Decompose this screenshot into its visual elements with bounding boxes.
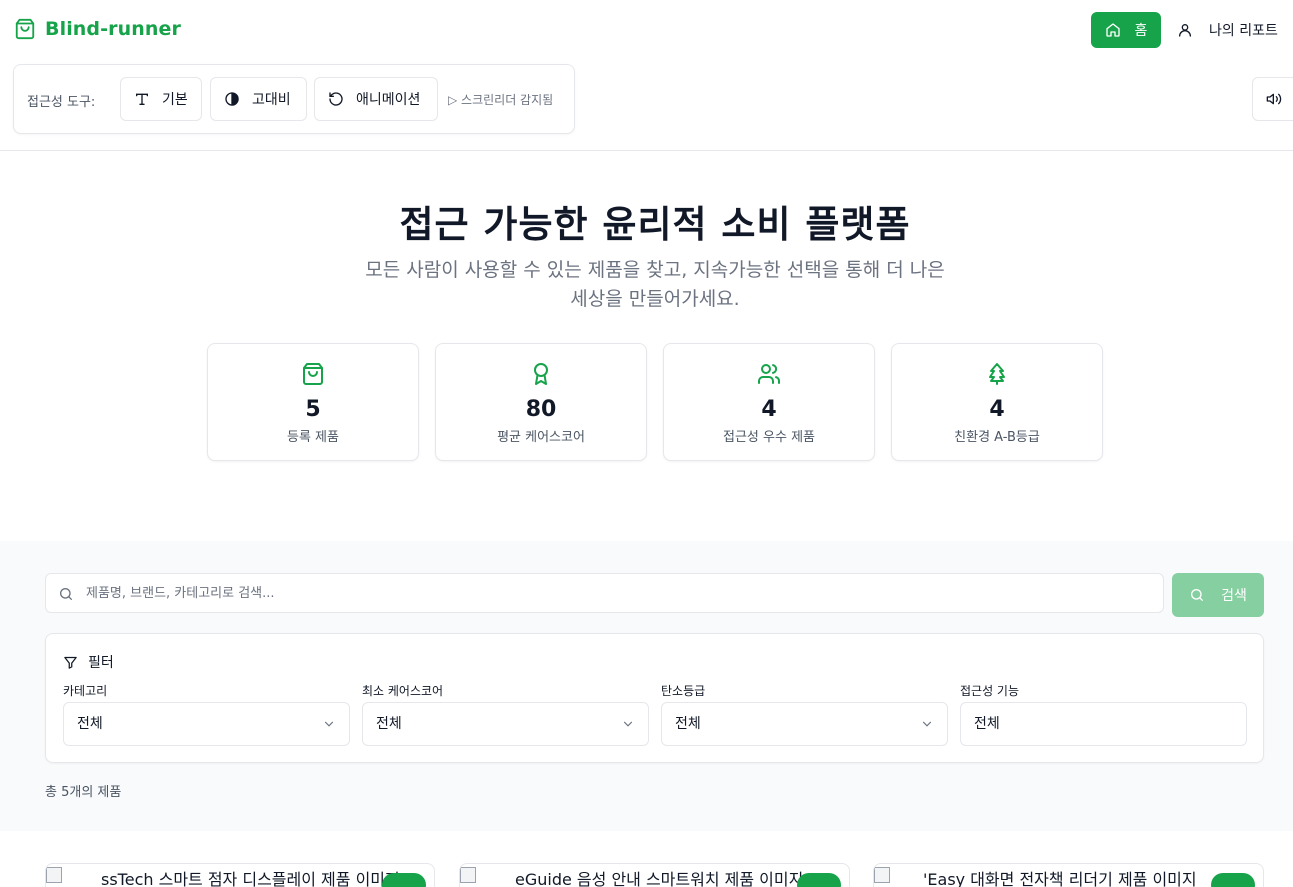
brand-logo[interactable]: Blind-runner xyxy=(14,18,181,40)
home-button[interactable]: 홈 xyxy=(1091,12,1161,48)
filter-heading: 필터 xyxy=(63,652,114,672)
broken-image-icon xyxy=(46,867,62,883)
search-box[interactable] xyxy=(45,573,1164,613)
home-icon xyxy=(1105,23,1120,37)
stat-card-products: 5 등록 제품 xyxy=(207,343,419,461)
accessibility-feature-select-value: 전체 xyxy=(974,716,1000,732)
filter-accessibility-feature: 접근성 기능 전체 xyxy=(960,682,1247,746)
product-image: 'Easy 대화면 전자책 리더기 제품 이미지 xyxy=(874,866,1197,887)
carbon-grade-select-value: 전체 xyxy=(675,716,701,732)
stat-value: 4 xyxy=(761,397,777,422)
stat-card-accessibility: 4 접근성 우수 제품 xyxy=(663,343,875,461)
filter-min-carescore: 최소 케어스코어 전체 xyxy=(362,682,649,746)
hero-subtitle: 모든 사람이 사용할 수 있는 제품을 찾고, 지속가능한 선택을 통해 더 나… xyxy=(305,256,1005,314)
animation-label: 애니메이션 xyxy=(356,92,421,108)
search-button-label: 검색 xyxy=(1221,588,1247,604)
audio-button[interactable] xyxy=(1252,77,1293,121)
category-select[interactable]: 전체 xyxy=(63,702,350,746)
filter-category: 카테고리 전체 xyxy=(63,682,350,746)
product-card[interactable]: ssTech 스마트 점자 디스플레이 제품 이미지 xyxy=(45,863,435,887)
default-mode-label: 기본 xyxy=(162,92,188,108)
product-image-alt: ssTech 스마트 점자 디스플레이 제품 이미지 xyxy=(101,870,400,887)
min-carescore-select[interactable]: 전체 xyxy=(362,702,649,746)
home-label: 홈 xyxy=(1134,23,1148,39)
filter-min-carescore-label: 최소 케어스코어 xyxy=(362,684,444,698)
search-button[interactable]: 검색 xyxy=(1172,573,1264,617)
text-icon xyxy=(136,93,148,105)
score-badge xyxy=(797,873,841,887)
shopping-bag-icon xyxy=(303,363,323,385)
award-icon xyxy=(534,363,548,385)
product-image-alt: eGuide 음성 안내 스마트워치 제품 이미지 xyxy=(515,870,804,887)
product-card[interactable]: eGuide 음성 안내 스마트워치 제품 이미지 xyxy=(459,863,850,887)
min-carescore-select-value: 전체 xyxy=(376,716,402,732)
chevron-down-icon xyxy=(623,721,633,727)
category-select-value: 전체 xyxy=(77,716,103,732)
product-card[interactable]: 'Easy 대화면 전자책 리더기 제품 이미지 xyxy=(873,863,1264,887)
stat-label: 친환경 A-B등급 xyxy=(954,430,1040,445)
rotate-icon xyxy=(329,92,343,106)
high-contrast-label: 고대비 xyxy=(252,92,291,108)
speaker-icon xyxy=(1266,93,1282,105)
search-input[interactable] xyxy=(86,574,1156,612)
stat-card-avg-carescore: 80 평균 케어스코어 xyxy=(435,343,647,461)
stat-value: 80 xyxy=(525,397,557,422)
filter-icon xyxy=(64,656,77,669)
search-icon xyxy=(59,588,72,600)
brand-name: Blind-runner xyxy=(45,18,181,40)
filter-carbon-grade: 탄소등급 전체 xyxy=(661,682,948,746)
hero-title: 접근 가능한 윤리적 소비 플랫폼 xyxy=(399,203,911,246)
search-section: 검색 필터 카테고리 전체 최소 케어스코어 전체 탄소등급 전체 xyxy=(0,541,1293,831)
hero-subtitle-line2: 세상을 만들어가세요. xyxy=(570,288,740,310)
tree-icon xyxy=(989,363,1005,385)
accessibility-feature-select[interactable]: 전체 xyxy=(960,702,1247,746)
stat-label: 접근성 우수 제품 xyxy=(723,430,815,445)
accessibility-toolbar: 접근성 도구: 기본 고대비 애니메이션 ▷ 스크린리더 감지됨 xyxy=(13,64,575,134)
result-count: 총 5개의 제품 xyxy=(45,785,122,800)
site-header: Blind-runner 홈 나의 리포트 접근성 도구: 기본 고대비 애니메… xyxy=(0,0,1293,151)
filter-carbon-grade-label: 탄소등급 xyxy=(661,684,706,698)
chevron-down-icon xyxy=(324,721,334,727)
chevron-down-icon xyxy=(922,721,932,727)
carbon-grade-select[interactable]: 전체 xyxy=(661,702,948,746)
stat-label: 등록 제품 xyxy=(287,430,339,445)
filter-accessibility-feature-label: 접근성 기능 xyxy=(960,684,1020,698)
broken-image-icon xyxy=(874,867,890,883)
screen-reader-status: ▷ 스크린리더 감지됨 xyxy=(448,93,554,107)
accessibility-toolbar-label: 접근성 도구: xyxy=(27,95,96,110)
product-image: eGuide 음성 안내 스마트워치 제품 이미지 xyxy=(460,866,803,887)
my-report-link[interactable]: 나의 리포트 xyxy=(1177,20,1278,40)
shopping-bag-icon xyxy=(15,18,35,40)
broken-image-icon xyxy=(460,867,476,883)
stat-card-eco-grade: 4 친환경 A-B등급 xyxy=(891,343,1103,461)
stat-value: 5 xyxy=(305,397,321,422)
filter-title: 필터 xyxy=(88,655,114,671)
product-image-alt: 'Easy 대화면 전자책 리더기 제품 이미지 xyxy=(923,870,1197,887)
high-contrast-button[interactable]: 고대비 xyxy=(210,77,307,121)
stat-value: 4 xyxy=(989,397,1005,422)
filter-category-label: 카테고리 xyxy=(63,684,108,698)
filter-panel: 필터 카테고리 전체 최소 케어스코어 전체 탄소등급 전체 접근성 기능 전체 xyxy=(45,633,1264,763)
users-icon xyxy=(758,364,781,384)
user-icon xyxy=(1179,24,1191,37)
product-image: ssTech 스마트 점자 디스플레이 제품 이미지 xyxy=(46,866,400,887)
search-icon xyxy=(1191,589,1204,601)
score-badge xyxy=(1211,873,1255,887)
my-report-label: 나의 리포트 xyxy=(1209,23,1278,39)
score-badge xyxy=(382,873,426,887)
animation-toggle-button[interactable]: 애니메이션 xyxy=(314,77,438,121)
stat-label: 평균 케어스코어 xyxy=(497,430,585,445)
default-mode-button[interactable]: 기본 xyxy=(120,77,202,121)
contrast-icon xyxy=(225,92,239,106)
hero-subtitle-line1: 모든 사람이 사용할 수 있는 제품을 찾고, 지속가능한 선택을 통해 더 나… xyxy=(365,259,945,281)
